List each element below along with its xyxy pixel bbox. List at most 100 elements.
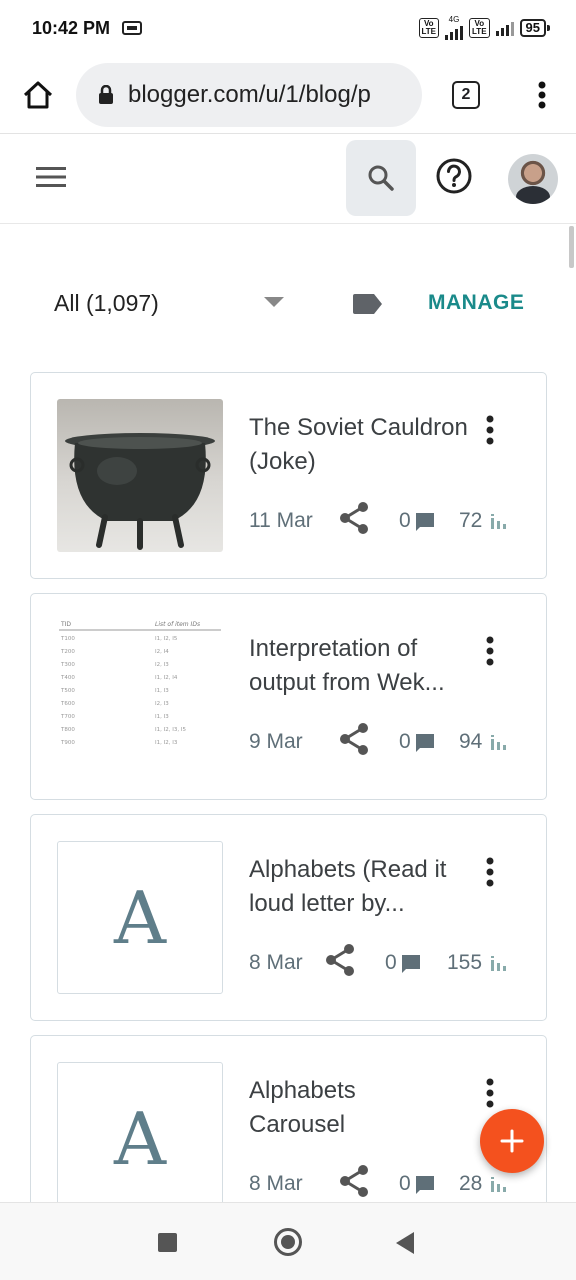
- search-icon: [368, 165, 394, 191]
- comment-icon: [401, 955, 420, 973]
- thumb-table-tid: T500: [60, 688, 75, 694]
- post-thumbnail: A: [57, 1062, 223, 1215]
- post-date: 8 Mar: [249, 951, 303, 974]
- url-text: blogger.com/u/1/blog/p: [128, 80, 371, 108]
- more-vert-icon: [486, 1078, 494, 1108]
- avatar[interactable]: [508, 154, 558, 204]
- post-filter-dropdown[interactable]: All (1,097): [54, 290, 159, 317]
- view-count-value: 72: [459, 509, 483, 532]
- system-nav-bar: [0, 1202, 576, 1280]
- more-vert-icon: [538, 81, 546, 108]
- view-count: 28: [459, 1172, 508, 1196]
- share-icon: [326, 944, 354, 976]
- post-date: 9 Mar: [249, 730, 303, 753]
- help-button[interactable]: [434, 156, 474, 201]
- post-menu-button[interactable]: [485, 1078, 495, 1113]
- network-type: 4G: [448, 15, 460, 24]
- plus-icon: [500, 1129, 524, 1153]
- comment-count[interactable]: 0: [399, 1172, 435, 1196]
- thumb-table-tid: T900: [60, 740, 75, 746]
- post-title[interactable]: Interpretation of output from Wek...: [249, 632, 485, 700]
- post-card[interactable]: A Alphabets (Read it loud letter by... 8…: [30, 814, 547, 1021]
- view-count-value: 155: [447, 951, 483, 974]
- menu-button[interactable]: [36, 166, 66, 193]
- more-vert-icon: [486, 857, 494, 887]
- thumb-table-items: I1, I3: [155, 688, 169, 694]
- post-title[interactable]: Alphabets Carousel: [249, 1074, 449, 1142]
- comment-icon: [415, 734, 434, 752]
- status-bar: 10:42 PM Vo LTE 4G Vo LTE 95: [0, 0, 576, 56]
- thumb-table-items: I1, I2, I3: [155, 740, 178, 746]
- post-meta: 8 Mar 0 28: [249, 1164, 529, 1204]
- search-button[interactable]: [346, 140, 416, 216]
- home-icon: [23, 81, 53, 108]
- thumb-table-tid: T400: [60, 675, 75, 681]
- more-vert-icon: [486, 415, 494, 445]
- thumb-table-items: I1, I2, I4: [155, 675, 178, 681]
- recents-button[interactable]: [158, 1233, 177, 1252]
- thumb-table-tid: T300: [60, 662, 75, 668]
- comment-count[interactable]: 0: [399, 730, 435, 754]
- post-meta: 9 Mar 0 94: [249, 722, 529, 762]
- view-count-value: 94: [459, 730, 483, 753]
- volte-badge: Vo LTE: [469, 18, 490, 38]
- share-icon: [340, 723, 368, 755]
- volte-badge: Vo LTE: [418, 18, 440, 38]
- comment-icon: [415, 1176, 434, 1194]
- share-button[interactable]: [339, 1164, 369, 1204]
- comment-count[interactable]: 0: [399, 509, 435, 533]
- stats-icon: [491, 735, 507, 750]
- comment-count[interactable]: 0: [385, 951, 421, 975]
- manage-button[interactable]: MANAGE: [428, 291, 524, 315]
- signal-icon: [445, 24, 464, 40]
- comment-count-value: 0: [385, 951, 397, 974]
- post-thumbnail: A: [57, 841, 223, 994]
- more-vert-icon: [486, 636, 494, 666]
- tab-switcher-button[interactable]: 2: [422, 80, 510, 109]
- view-count-value: 28: [459, 1172, 483, 1195]
- signal-icon: [495, 20, 514, 36]
- share-button[interactable]: [339, 501, 369, 541]
- stats-icon: [491, 1177, 507, 1192]
- address-bar[interactable]: blogger.com/u/1/blog/p: [76, 62, 422, 127]
- new-post-button[interactable]: [480, 1109, 544, 1173]
- thumb-table-items: I2, I4: [155, 649, 169, 655]
- thumb-table-items: I2, I3: [155, 701, 169, 707]
- post-meta: 8 Mar 0 155: [249, 943, 529, 983]
- post-menu-button[interactable]: [485, 636, 495, 671]
- post-meta: 11 Mar 0 72: [249, 501, 529, 541]
- share-button[interactable]: [325, 943, 355, 983]
- home-button[interactable]: [0, 56, 76, 134]
- hamburger-icon: [36, 167, 66, 187]
- lock-icon: [98, 84, 114, 105]
- back-button[interactable]: [396, 1232, 414, 1254]
- stats-icon: [491, 514, 507, 529]
- browser-toolbar: blogger.com/u/1/blog/p 2: [0, 56, 576, 134]
- system-home-button[interactable]: [274, 1228, 302, 1256]
- post-title[interactable]: Alphabets (Read it loud letter by...: [249, 853, 485, 921]
- help-icon: [436, 158, 472, 194]
- label-icon[interactable]: [352, 292, 384, 321]
- post-menu-button[interactable]: [485, 857, 495, 892]
- scrollbar[interactable]: [569, 226, 574, 268]
- cast-icon: [122, 21, 143, 35]
- thumb-table-header-tid: TID: [60, 621, 71, 628]
- comment-icon: [415, 513, 434, 531]
- post-date: 8 Mar: [249, 1172, 303, 1195]
- thumb-table-items: I1, I2, I5: [155, 636, 178, 642]
- view-count: 72: [459, 509, 508, 533]
- share-button[interactable]: [339, 722, 369, 762]
- view-count: 155: [447, 951, 508, 975]
- browser-menu-button[interactable]: [510, 81, 574, 109]
- chevron-down-icon[interactable]: [264, 297, 284, 307]
- post-card[interactable]: TID List of item IDs T100 I1, I2, I5 T200 I…: [30, 593, 547, 800]
- comment-count-value: 0: [399, 730, 411, 753]
- post-card[interactable]: The Soviet Cauldron (Joke) 11 Mar 0 72: [30, 372, 547, 579]
- battery-indicator: 95: [519, 19, 551, 37]
- tab-count: 2: [452, 80, 480, 109]
- share-icon: [340, 502, 368, 534]
- post-title[interactable]: The Soviet Cauldron (Joke): [249, 411, 485, 479]
- post-menu-button[interactable]: [485, 415, 495, 450]
- filter-row: All (1,097) MANAGE: [0, 270, 576, 336]
- thumb-table-items: I1, I2, I3, I5: [155, 727, 186, 733]
